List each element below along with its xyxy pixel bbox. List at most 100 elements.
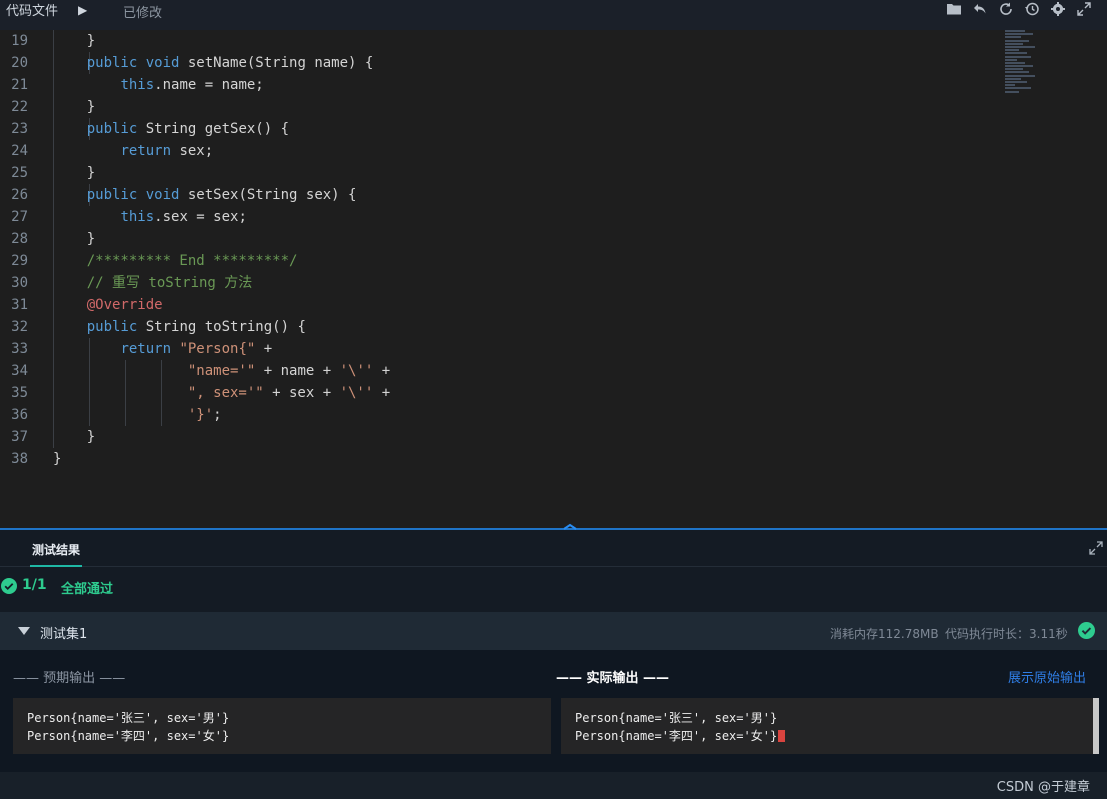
line-number: 24 (11, 143, 28, 159)
line-number: 29 (11, 253, 28, 269)
code-line: 36 '}'; (0, 404, 1000, 426)
code-text: public String getSex() { (86, 121, 290, 137)
expected-output-box: Person{name='张三', sex='男'} Person{name='… (13, 698, 551, 754)
modified-status: 已修改 (123, 6, 163, 21)
editor-topbar: 代码文件 ▶ 已修改 (0, 0, 1107, 33)
code-comment: // 重写 toString 方法 (53, 275, 253, 291)
line-number: 26 (11, 187, 28, 203)
code-line: 29 /********* End *********/ (0, 250, 1000, 272)
code-text: } (53, 99, 96, 115)
line-number: 27 (11, 209, 28, 225)
code-line: 26 public void setSex(String sex) { (0, 184, 1000, 206)
line-number: 25 (11, 165, 28, 181)
code-line: 19 } (0, 30, 1000, 52)
code-line: 34 "name='" + name + '\'' + (0, 360, 1000, 382)
code-line: 38 } (0, 448, 1000, 470)
output-line-text: Person{name='李四', sex='女'} (575, 729, 778, 743)
line-number: 22 (11, 99, 28, 115)
memory-usage: 消耗内存112.78MB (830, 627, 939, 641)
line-number: 23 (11, 121, 28, 137)
line-number: 21 (11, 77, 28, 93)
code-line: 35 ", sex='" + sex + '\'' + (0, 382, 1000, 404)
code-text: } (53, 33, 96, 49)
code-text: this.name = name; (120, 77, 264, 93)
editor-toolbar (945, 0, 1093, 20)
line-number: 36 (11, 407, 28, 423)
test-set-header[interactable]: 测试集1 消耗内存112.78MB 代码执行时长：3.11秒 (0, 612, 1107, 650)
pass-count: 1/1 (22, 577, 47, 593)
code-text: this.sex = sex; (120, 209, 247, 225)
line-number: 20 (11, 55, 28, 71)
code-line: 20 public void setName(String name) { (0, 52, 1000, 74)
code-text: } (53, 231, 96, 247)
expected-output-label: —— 预期输出 —— (13, 671, 126, 686)
code-line: 23 public String getSex() { (0, 118, 1000, 140)
code-text: public void setSex(String sex) { (86, 187, 357, 203)
code-text: '}'; (187, 407, 222, 423)
code-line: 25 } (0, 162, 1000, 184)
code-line: 21 this.name = name; (0, 74, 1000, 96)
tab-test-results[interactable]: 测试结果 (29, 541, 83, 567)
code-minimap[interactable] (1005, 30, 1045, 110)
code-text: } (53, 429, 96, 445)
settings-icon[interactable] (1049, 0, 1067, 18)
code-line: 31 @Override (0, 294, 1000, 316)
code-line: 33 return "Person{" + (0, 338, 1000, 360)
code-line: 27 this.sex = sex; (0, 206, 1000, 228)
code-text: public String toString() { (86, 319, 306, 335)
expand-icon[interactable] (1089, 540, 1103, 555)
actual-output-label: —— 实际输出 —— (556, 671, 670, 686)
test-set-title: 测试集1 (40, 627, 88, 642)
line-number: 28 (11, 231, 28, 247)
output-line: Person{name='李四', sex='女'} (575, 727, 786, 744)
line-number: 33 (11, 341, 28, 357)
test-results-panel: 测试结果 1/1 全部通过 测试集1 消耗内存112.78MB 代码执行时长：3… (0, 530, 1107, 799)
line-number: 19 (11, 33, 28, 49)
line-number: 31 (11, 297, 28, 313)
check-circle-icon (1, 578, 17, 594)
output-line: Person{name='张三', sex='男'} (575, 711, 778, 725)
check-circle-icon (1078, 622, 1095, 639)
code-annotation: @Override (53, 297, 163, 313)
history-icon[interactable] (1023, 0, 1041, 18)
fullscreen-icon[interactable] (1075, 0, 1093, 18)
code-editor[interactable]: 19 } 20 public void setName(String name)… (0, 30, 1107, 528)
code-line: 30 // 重写 toString 方法 (0, 272, 1000, 294)
line-number: 38 (11, 451, 28, 467)
line-number: 34 (11, 363, 28, 379)
caret-down-icon[interactable] (18, 627, 30, 635)
output-scrollbar[interactable] (1093, 698, 1099, 754)
results-tabbar: 测试结果 (0, 530, 1107, 567)
code-text: } (53, 165, 96, 181)
code-line: 28 } (0, 228, 1000, 250)
code-text: return sex; (120, 143, 214, 159)
code-text: } (53, 451, 62, 467)
code-text: public void setName(String name) { (86, 55, 374, 71)
execution-time: 代码执行时长：3.11秒 (945, 627, 1068, 641)
code-text: "name='" + name + '\'' + (187, 363, 391, 379)
line-number: 30 (11, 275, 28, 291)
show-raw-output-link[interactable]: 展示原始输出 (1008, 667, 1086, 686)
line-number: 32 (11, 319, 28, 335)
code-line: 22 } (0, 96, 1000, 118)
line-number: 35 (11, 385, 28, 401)
code-line: 32 public String toString() { (0, 316, 1000, 338)
code-comment: /********* End *********/ (53, 253, 298, 269)
code-text: return "Person{" + (120, 341, 273, 357)
run-icon[interactable]: ▶ (78, 3, 92, 17)
code-line: 37 } (0, 426, 1000, 448)
line-number: 37 (11, 429, 28, 445)
watermark: CSDN @于建章 (996, 780, 1090, 795)
tab-code-file[interactable]: 代码文件 (6, 0, 58, 33)
actual-output-box: Person{name='张三', sex='男'} Person{name='… (561, 698, 1099, 754)
newline-diff-marker (778, 730, 786, 742)
footer-bar: CSDN @于建章 (0, 772, 1107, 799)
folder-icon[interactable] (945, 0, 963, 18)
code-text: ", sex='" + sex + '\'' + (187, 385, 391, 401)
output-line: Person{name='张三', sex='男'} (27, 711, 230, 725)
pass-status-text: 全部通过 (61, 582, 114, 597)
output-comparison: —— 预期输出 —— —— 实际输出 —— 展示原始输出 Person{name… (0, 650, 1107, 772)
undo-icon[interactable] (971, 0, 989, 18)
code-line: 24 return sex; (0, 140, 1000, 162)
refresh-icon[interactable] (997, 0, 1015, 18)
